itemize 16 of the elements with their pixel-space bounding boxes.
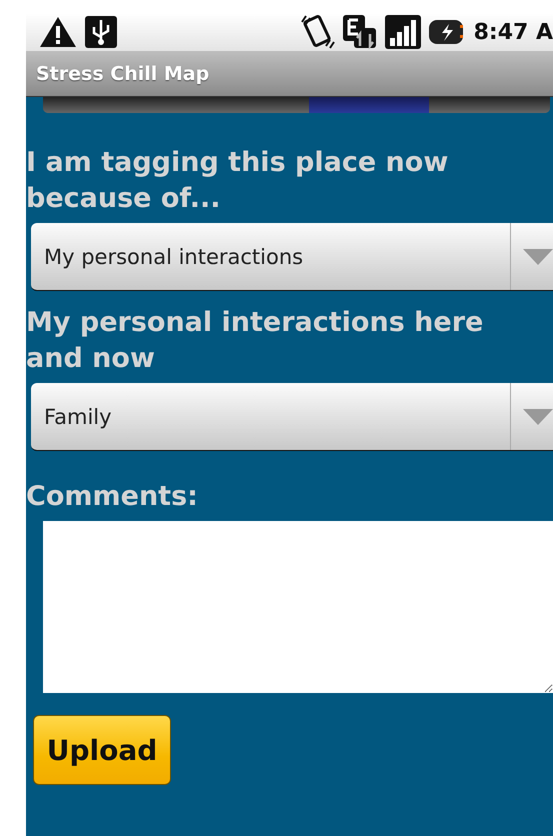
dropdown-arrow-icon	[523, 248, 553, 264]
dropdown-arrow-icon	[523, 408, 553, 424]
window-title: Stress Chill Map	[36, 62, 210, 84]
warning-icon	[38, 15, 78, 49]
clock: 8:47 A	[474, 20, 553, 44]
dropdown[interactable]: Family	[31, 383, 553, 451]
dropdown[interactable]: My personal interactions	[31, 223, 553, 291]
signal-icon	[384, 14, 422, 50]
field-label: My personal interactions here and now	[26, 306, 484, 376]
data-network-icon	[342, 14, 378, 50]
comments-field[interactable]	[43, 521, 553, 693]
upload-button[interactable]: Upload	[33, 715, 171, 785]
field-label: Comments:	[26, 480, 199, 514]
usb-icon	[84, 15, 118, 49]
field-label: I am tagging this place now because of...	[26, 146, 450, 216]
battery-charging-icon	[428, 18, 464, 46]
